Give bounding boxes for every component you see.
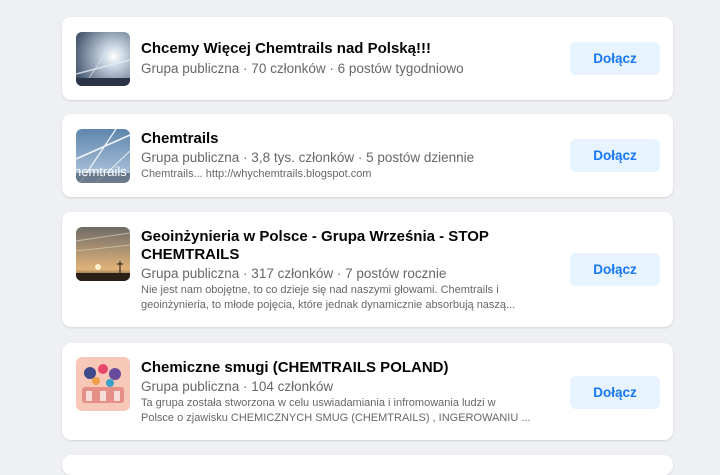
- group-meta: Grupa publiczna · 104 członków: [141, 379, 334, 394]
- group-thumbnail[interactable]: hemtrails: [76, 129, 130, 183]
- group-meta: Grupa publiczna · 3,8 tys. członków · 5 …: [141, 150, 475, 165]
- group-thumbnail[interactable]: [76, 227, 130, 281]
- join-button[interactable]: Dołącz: [570, 376, 660, 409]
- description-line: Chemtrails... http://whychemtrails.blogs…: [141, 168, 372, 180]
- group-card[interactable]: Chemiczne smugi (CHEMTRAILS POLAND) Grup…: [62, 343, 673, 440]
- group-meta: Grupa publiczna · 317 członków · 7 postó…: [141, 266, 447, 281]
- group-card[interactable]: hemtrails Chemtrails Grupa publiczna · 3…: [62, 114, 673, 197]
- group-title[interactable]: Chcemy Więcej Chemtrails nad Polską!!!: [141, 40, 551, 58]
- thumbnail-text: hemtrails: [76, 164, 127, 179]
- group-card[interactable]: [62, 455, 673, 475]
- group-description: Chemtrails... http://whychemtrails.blogs…: [141, 167, 561, 182]
- chemtrails-logo-photo-icon: hemtrails: [76, 129, 130, 183]
- group-title[interactable]: Geoinżynieria w Polsce - Grupa Września …: [141, 228, 551, 264]
- group-description: Ta grupa została stworzona w celu uswiad…: [141, 396, 561, 426]
- join-button[interactable]: Dołącz: [570, 42, 660, 75]
- group-title[interactable]: Chemtrails: [141, 130, 551, 148]
- group-description: Nie jest nam obojętne, to co dzieje się …: [141, 283, 561, 313]
- group-thumbnail[interactable]: [76, 32, 130, 86]
- description-line: Ta grupa została stworzona w celu uswiad…: [141, 397, 496, 409]
- join-button[interactable]: Dołącz: [570, 253, 660, 286]
- description-line: Nie jest nam obojętne, to co dzieje się …: [141, 284, 499, 296]
- group-illustration-icon: [76, 357, 130, 411]
- group-meta: Grupa publiczna · 70 członków · 6 postów…: [141, 61, 464, 76]
- group-title[interactable]: Chemiczne smugi (CHEMTRAILS POLAND): [141, 359, 551, 377]
- join-button[interactable]: Dołącz: [570, 139, 660, 172]
- description-line: Polsce o zjawisku CHEMICZNYCH SMUG (CHEM…: [141, 412, 531, 424]
- description-line: geoinżynieria, to młode pojęcia, które j…: [141, 299, 516, 311]
- group-card[interactable]: Chcemy Więcej Chemtrails nad Polską!!! G…: [62, 17, 673, 100]
- sunset-sky-photo-icon: [76, 227, 130, 281]
- group-card[interactable]: Geoinżynieria w Polsce - Grupa Września …: [62, 212, 673, 327]
- sky-chemtrail-photo-icon: [76, 32, 130, 86]
- group-thumbnail[interactable]: [76, 357, 130, 411]
